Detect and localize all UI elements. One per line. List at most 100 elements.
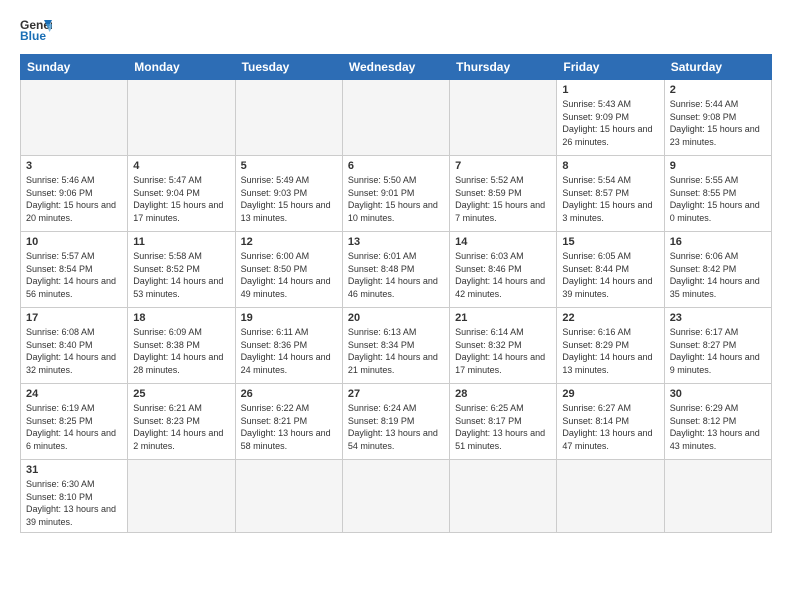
calendar-cell: 25 Sunrise: 6:21 AM Sunset: 8:23 PM Dayli… [128, 384, 235, 460]
day-number: 7 [455, 160, 551, 172]
weekday-header-sunday: Sunday [21, 55, 128, 80]
calendar-cell: 6Sunrise: 5:50 AM Sunset: 9:01 PM Daylig… [342, 156, 449, 232]
week-row-2: 3Sunrise: 5:46 AM Sunset: 9:06 PM Daylig… [21, 156, 772, 232]
day-number: 4 [133, 160, 229, 172]
day-number: 3 [26, 160, 122, 172]
calendar-cell: 27Sunrise: 6:24 AM Sunset: 8:19 PM Dayli… [342, 384, 449, 460]
day-number: 16 [670, 236, 766, 248]
day-number: 22 [562, 312, 658, 324]
day-number: 28 [455, 388, 551, 400]
day-info: Sunrise: 6:16 AM Sunset: 8:29 PM Dayligh… [562, 326, 658, 376]
calendar-cell: 19 Sunrise: 6:11 AM Sunset: 8:36 PM Dayli… [235, 308, 342, 384]
day-info: Sunrise: 6:27 AM Sunset: 8:14 PM Dayligh… [562, 402, 658, 452]
week-row-1: 1Sunrise: 5:43 AM Sunset: 9:09 PM Daylig… [21, 80, 772, 156]
calendar-cell: 31 Sunrise: 6:30 AM Sunset: 8:10 PM Dayli… [21, 460, 128, 533]
calendar-cell: 8 Sunrise: 5:54 AM Sunset: 8:57 PM Daylig… [557, 156, 664, 232]
calendar-cell [128, 80, 235, 156]
day-number: 12 [241, 236, 337, 248]
calendar-cell: 3Sunrise: 5:46 AM Sunset: 9:06 PM Daylig… [21, 156, 128, 232]
day-info: Sunrise: 5:57 AM Sunset: 8:54 PM Dayligh… [26, 250, 122, 300]
calendar-cell: 13 Sunrise: 6:01 AM Sunset: 8:48 PM Dayli… [342, 232, 449, 308]
day-number: 21 [455, 312, 551, 324]
day-info: Sunrise: 6:11 AM Sunset: 8:36 PM Dayligh… [241, 326, 337, 376]
day-info: Sunrise: 6:29 AM Sunset: 8:12 PM Dayligh… [670, 402, 766, 452]
day-info: Sunrise: 6:24 AM Sunset: 8:19 PM Dayligh… [348, 402, 444, 452]
weekday-header-row: SundayMondayTuesdayWednesdayThursdayFrid… [21, 55, 772, 80]
calendar-cell: 2Sunrise: 5:44 AM Sunset: 9:08 PM Daylig… [664, 80, 771, 156]
calendar-cell: 17 Sunrise: 6:08 AM Sunset: 8:40 PM Dayli… [21, 308, 128, 384]
calendar-cell: 29 Sunrise: 6:27 AM Sunset: 8:14 PM Dayli… [557, 384, 664, 460]
day-info: Sunrise: 6:06 AM Sunset: 8:42 PM Dayligh… [670, 250, 766, 300]
day-info: Sunrise: 6:03 AM Sunset: 8:46 PM Dayligh… [455, 250, 551, 300]
calendar-cell [128, 460, 235, 533]
day-number: 2 [670, 84, 766, 96]
calendar-cell: 18 Sunrise: 6:09 AM Sunset: 8:38 PM Dayli… [128, 308, 235, 384]
day-number: 11 [133, 236, 229, 248]
week-row-6: 31 Sunrise: 6:30 AM Sunset: 8:10 PM Dayli… [21, 460, 772, 533]
day-number: 30 [670, 388, 766, 400]
calendar-cell: 28 Sunrise: 6:25 AM Sunset: 8:17 PM Dayli… [450, 384, 557, 460]
day-number: 18 [133, 312, 229, 324]
calendar-cell: 7Sunrise: 5:52 AM Sunset: 8:59 PM Daylig… [450, 156, 557, 232]
calendar-table: SundayMondayTuesdayWednesdayThursdayFrid… [20, 54, 772, 533]
day-info: Sunrise: 6:05 AM Sunset: 8:44 PM Dayligh… [562, 250, 658, 300]
page-header: General Blue [20, 16, 772, 44]
calendar-cell: 20 Sunrise: 6:13 AM Sunset: 8:34 PM Dayli… [342, 308, 449, 384]
day-info: Sunrise: 6:21 AM Sunset: 8:23 PM Dayligh… [133, 402, 229, 452]
weekday-header-monday: Monday [128, 55, 235, 80]
week-row-5: 24 Sunrise: 6:19 AM Sunset: 8:25 PM Dayli… [21, 384, 772, 460]
logo-icon: General Blue [20, 16, 52, 44]
day-number: 31 [26, 464, 122, 476]
calendar-cell: 23Sunrise: 6:17 AM Sunset: 8:27 PM Dayli… [664, 308, 771, 384]
day-info: Sunrise: 6:08 AM Sunset: 8:40 PM Dayligh… [26, 326, 122, 376]
day-info: Sunrise: 5:54 AM Sunset: 8:57 PM Dayligh… [562, 174, 658, 224]
day-number: 29 [562, 388, 658, 400]
calendar-cell [342, 80, 449, 156]
day-info: Sunrise: 6:00 AM Sunset: 8:50 PM Dayligh… [241, 250, 337, 300]
calendar-cell [450, 80, 557, 156]
calendar-cell: 9Sunrise: 5:55 AM Sunset: 8:55 PM Daylig… [664, 156, 771, 232]
calendar-cell: 15Sunrise: 6:05 AM Sunset: 8:44 PM Dayli… [557, 232, 664, 308]
day-info: Sunrise: 5:49 AM Sunset: 9:03 PM Dayligh… [241, 174, 337, 224]
day-number: 8 [562, 160, 658, 172]
day-info: Sunrise: 6:17 AM Sunset: 8:27 PM Dayligh… [670, 326, 766, 376]
calendar-cell [21, 80, 128, 156]
day-info: Sunrise: 5:58 AM Sunset: 8:52 PM Dayligh… [133, 250, 229, 300]
calendar-cell: 5 Sunrise: 5:49 AM Sunset: 9:03 PM Daylig… [235, 156, 342, 232]
day-number: 14 [455, 236, 551, 248]
day-info: Sunrise: 6:19 AM Sunset: 8:25 PM Dayligh… [26, 402, 122, 452]
day-info: Sunrise: 6:30 AM Sunset: 8:10 PM Dayligh… [26, 478, 122, 528]
day-info: Sunrise: 6:13 AM Sunset: 8:34 PM Dayligh… [348, 326, 444, 376]
day-number: 25 [133, 388, 229, 400]
day-info: Sunrise: 6:01 AM Sunset: 8:48 PM Dayligh… [348, 250, 444, 300]
calendar-cell: 24 Sunrise: 6:19 AM Sunset: 8:25 PM Dayli… [21, 384, 128, 460]
day-number: 17 [26, 312, 122, 324]
calendar-cell: 26Sunrise: 6:22 AM Sunset: 8:21 PM Dayli… [235, 384, 342, 460]
day-number: 1 [562, 84, 658, 96]
day-number: 9 [670, 160, 766, 172]
day-number: 19 [241, 312, 337, 324]
week-row-4: 17 Sunrise: 6:08 AM Sunset: 8:40 PM Dayli… [21, 308, 772, 384]
calendar-cell [342, 460, 449, 533]
day-number: 24 [26, 388, 122, 400]
day-number: 5 [241, 160, 337, 172]
calendar-cell [235, 460, 342, 533]
weekday-header-wednesday: Wednesday [342, 55, 449, 80]
day-info: Sunrise: 6:25 AM Sunset: 8:17 PM Dayligh… [455, 402, 551, 452]
day-number: 13 [348, 236, 444, 248]
day-number: 10 [26, 236, 122, 248]
day-number: 26 [241, 388, 337, 400]
weekday-header-thursday: Thursday [450, 55, 557, 80]
day-number: 20 [348, 312, 444, 324]
calendar-cell: 1Sunrise: 5:43 AM Sunset: 9:09 PM Daylig… [557, 80, 664, 156]
calendar-cell: 14 Sunrise: 6:03 AM Sunset: 8:46 PM Dayli… [450, 232, 557, 308]
logo: General Blue [20, 16, 52, 44]
day-info: Sunrise: 5:50 AM Sunset: 9:01 PM Dayligh… [348, 174, 444, 224]
week-row-3: 10 Sunrise: 5:57 AM Sunset: 8:54 PM Dayli… [21, 232, 772, 308]
calendar-cell [450, 460, 557, 533]
calendar-cell [235, 80, 342, 156]
day-info: Sunrise: 6:09 AM Sunset: 8:38 PM Dayligh… [133, 326, 229, 376]
day-info: Sunrise: 5:47 AM Sunset: 9:04 PM Dayligh… [133, 174, 229, 224]
calendar-cell: 16 Sunrise: 6:06 AM Sunset: 8:42 PM Dayli… [664, 232, 771, 308]
weekday-header-friday: Friday [557, 55, 664, 80]
